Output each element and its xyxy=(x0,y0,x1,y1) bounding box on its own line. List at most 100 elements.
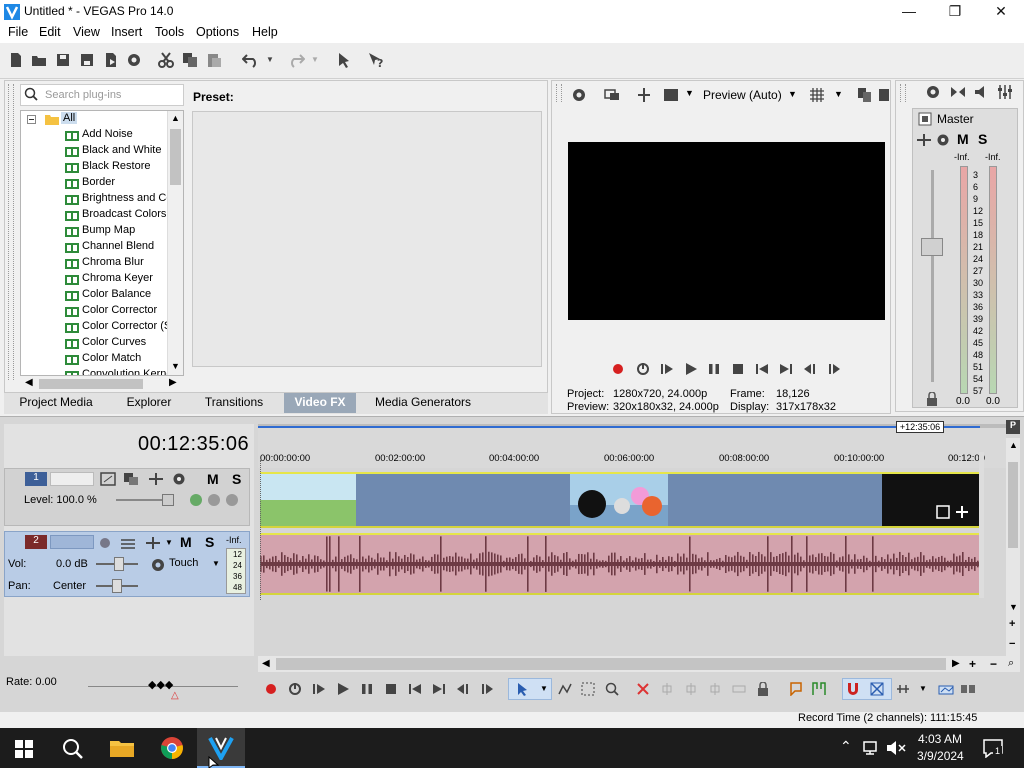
marker-flag-icon[interactable]: P xyxy=(1006,420,1020,434)
plugin-item[interactable]: Chroma Blur xyxy=(82,256,168,268)
auto-crossfade-icon[interactable] xyxy=(870,682,884,696)
maximize-button[interactable]: ❐ xyxy=(932,0,978,23)
timeline-play-from-start-icon[interactable] xyxy=(312,682,326,696)
timeline-next-frame-icon[interactable] xyxy=(480,682,494,696)
ignore-grouping-icon[interactable] xyxy=(960,682,976,696)
track-2-fx-insert-icon[interactable] xyxy=(145,536,161,550)
lock-event-icon[interactable] xyxy=(756,682,770,696)
mixer-icon[interactable] xyxy=(997,84,1013,100)
scroll-left-icon[interactable]: ◀ xyxy=(25,377,33,388)
timeline-scroll-down-icon[interactable]: ▼ xyxy=(1009,602,1018,612)
timeline-go-to-end-icon[interactable] xyxy=(432,682,446,696)
master-mute-box-icon[interactable] xyxy=(918,112,932,126)
rate-slider-handle[interactable]: ◆◆◆ xyxy=(148,678,173,691)
bus-fx-insert-icon[interactable] xyxy=(916,133,932,147)
plugin-item[interactable]: Border xyxy=(82,176,168,188)
collapse-icon[interactable] xyxy=(27,115,36,124)
show-hidden-icons-chevron-icon[interactable]: ⌃ xyxy=(840,738,852,755)
taskbar-clock-date[interactable]: 3/9/2024 xyxy=(917,749,964,763)
plugin-item[interactable]: Broadcast Colors xyxy=(82,208,168,220)
plugin-item[interactable]: Black and White xyxy=(82,144,168,156)
trim-end-icon[interactable] xyxy=(708,682,722,696)
master-settings-gear-icon[interactable] xyxy=(925,84,941,100)
master-solo-button[interactable]: S xyxy=(978,131,987,147)
copy-snapshot-icon[interactable] xyxy=(857,87,873,103)
composite-mode-icons[interactable] xyxy=(188,492,238,508)
timeline-stop-icon[interactable] xyxy=(384,682,398,696)
insert-region-icon[interactable] xyxy=(812,682,826,696)
tab-project-media[interactable]: Project Media xyxy=(10,393,102,413)
menu-view[interactable]: View xyxy=(73,25,100,39)
track-1-name-field[interactable] xyxy=(50,472,94,486)
snapping-magnet-icon[interactable] xyxy=(846,682,860,696)
lock-envelopes-icon[interactable] xyxy=(938,682,954,696)
save-snapshot-icon[interactable] xyxy=(879,87,889,103)
timeline-go-to-start-icon[interactable] xyxy=(408,682,422,696)
volume-muted-icon[interactable] xyxy=(886,740,906,756)
plugin-item[interactable]: Channel Blend xyxy=(82,240,168,252)
render-icon[interactable] xyxy=(103,52,119,68)
record-icon[interactable] xyxy=(611,362,625,376)
menu-options[interactable]: Options xyxy=(196,25,239,39)
loop-playback-icon[interactable] xyxy=(636,362,650,376)
plugin-vertical-scrollbar[interactable]: ▲ ▼ xyxy=(167,111,183,375)
level-slider-handle[interactable] xyxy=(162,494,174,506)
timeline-play-icon[interactable] xyxy=(336,682,350,696)
preview-quality-dropdown[interactable]: Preview (Auto) xyxy=(703,88,782,102)
plugin-item[interactable]: Chroma Keyer xyxy=(82,272,168,284)
preview-grip[interactable] xyxy=(556,84,562,102)
master-mute-button[interactable]: M xyxy=(957,131,969,147)
preview-quality-dropdown-icon[interactable]: ▼ xyxy=(788,89,797,99)
plugin-item[interactable]: Brightness and Contrast xyxy=(82,192,168,204)
edit-tool-dropdown-icon[interactable]: ▼ xyxy=(540,684,548,693)
automation-dropdown-icon[interactable]: ▼ xyxy=(212,559,220,568)
track-2-solo-button[interactable]: S xyxy=(205,534,214,550)
fx-dropdown-icon[interactable]: ▼ xyxy=(685,88,694,98)
trim-icon[interactable] xyxy=(660,682,674,696)
whats-this-help-icon[interactable]: ? xyxy=(368,52,384,68)
chrome-icon[interactable] xyxy=(160,736,184,760)
lock-icon[interactable] xyxy=(926,392,938,406)
cut-icon[interactable] xyxy=(158,52,174,68)
master-grip[interactable] xyxy=(900,84,906,102)
external-monitor-icon[interactable] xyxy=(604,87,620,103)
select-pointer-icon[interactable] xyxy=(336,52,352,68)
zoom-tool-icon[interactable]: ⌕ xyxy=(1008,657,1014,670)
timeline-loop-icon[interactable] xyxy=(288,682,302,696)
new-icon[interactable] xyxy=(8,52,24,68)
close-button[interactable]: ✕ xyxy=(978,0,1024,23)
split-screen-icon[interactable] xyxy=(636,87,652,103)
menu-edit[interactable]: Edit xyxy=(39,25,61,39)
file-explorer-icon[interactable] xyxy=(110,738,134,758)
fx-insert-dropdown-icon[interactable]: ▼ xyxy=(165,538,173,547)
hscroll-thumb[interactable] xyxy=(39,379,143,389)
menu-tools[interactable]: Tools xyxy=(155,25,184,39)
save-as-icon[interactable] xyxy=(79,52,95,68)
audio-event-lane[interactable] xyxy=(260,533,980,595)
copy-icon[interactable] xyxy=(182,52,198,68)
tab-transitions[interactable]: Transitions xyxy=(196,393,272,413)
automation-mode[interactable]: Touch xyxy=(169,557,198,569)
dim-output-icon[interactable] xyxy=(974,84,990,100)
timeline-pause-icon[interactable] xyxy=(360,682,374,696)
zoom-tool-magnifier-icon[interactable] xyxy=(605,682,619,696)
undo-dropdown-icon[interactable]: ▼ xyxy=(266,55,274,64)
redo-dropdown-icon[interactable]: ▼ xyxy=(311,55,319,64)
plugin-item[interactable]: Color Match xyxy=(82,352,168,364)
loop-end-handle[interactable] xyxy=(979,452,984,598)
timeline-previous-frame-icon[interactable] xyxy=(456,682,470,696)
track-motion-icon[interactable] xyxy=(100,472,116,486)
timeline-vscroll-thumb[interactable] xyxy=(1008,462,1018,548)
plugin-item[interactable]: Black Restore xyxy=(82,160,168,172)
plugin-item[interactable]: Convolution Kernel xyxy=(82,368,168,375)
track-fx-insert-icon[interactable] xyxy=(148,472,164,486)
menu-help[interactable]: Help xyxy=(252,25,278,39)
taskbar-clock-time[interactable]: 4:03 AM xyxy=(918,732,962,746)
plugin-item[interactable]: Color Balance xyxy=(82,288,168,300)
preview-properties-gear-icon[interactable] xyxy=(571,87,587,103)
go-to-start-icon[interactable] xyxy=(755,362,769,376)
split-icon[interactable] xyxy=(732,682,746,696)
search-plugins-input[interactable]: Search plug-ins xyxy=(20,84,184,106)
tab-video-fx[interactable]: Video FX xyxy=(284,393,356,413)
vol-slider-handle[interactable] xyxy=(114,557,124,571)
